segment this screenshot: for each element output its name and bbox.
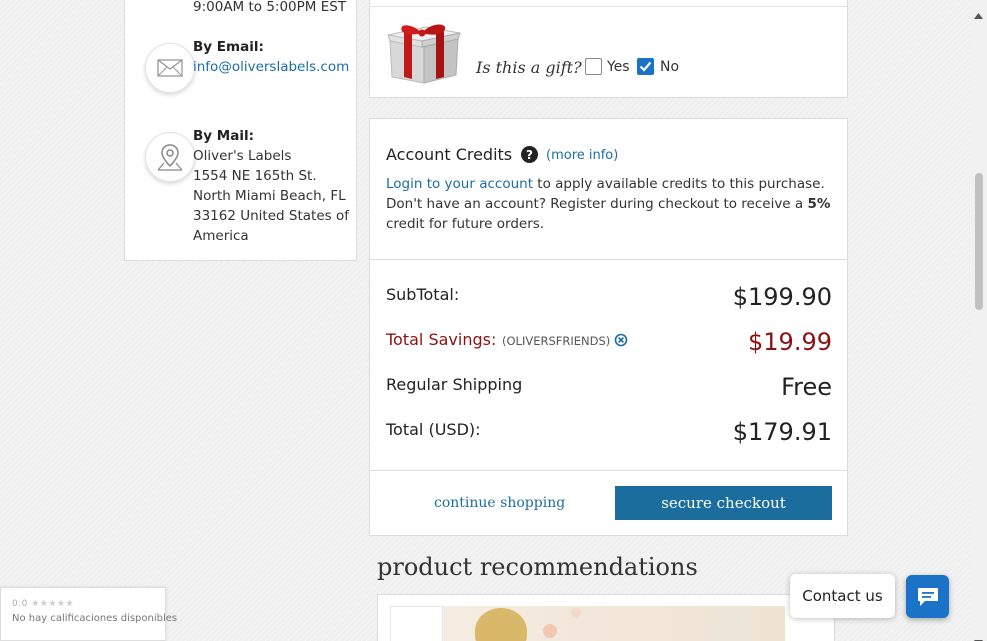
chat-button[interactable] [906,575,949,618]
recommendations-title: product recommendations [377,553,698,581]
order-summary-panel: Account Credits ? (more info) Login to y… [369,118,848,536]
email-link[interactable]: info@oliverslabels.com [193,57,349,77]
envelope-icon [145,43,195,93]
recommendations-carousel [377,594,835,641]
continue-shopping-link[interactable]: continue shopping [434,495,565,511]
divider [370,259,847,260]
map-pin-icon [145,132,195,182]
mail-line: 33162 United States of [193,208,349,224]
gift-no-checkbox[interactable] [637,58,654,75]
contact-card: 9:00AM to 5:00PM EST By Email: info@oliv… [124,0,357,261]
email-label: By Email: [193,39,264,55]
help-icon[interactable]: ? [521,146,538,163]
subtotal-label: SubTotal: [386,285,460,304]
gift-yes-label[interactable]: Yes [607,59,630,75]
plush-toy-image [713,608,753,641]
mail-line: America [193,228,249,244]
secure-checkout-button[interactable]: secure checkout [615,486,832,520]
rating-score-line: 0.0 ★★★★★ [12,599,75,609]
account-credits-title: Account Credits [386,145,513,164]
shipping-label: Regular Shipping [386,375,523,394]
gift-yes-checkbox[interactable] [585,58,602,75]
gift-panel: Is this a gift? Yes No [369,0,848,98]
support-hours: 9:00AM to 5:00PM EST [193,0,347,15]
total-value: $179.91 [732,418,832,446]
credits-line-3: credit for future orders. [386,216,545,232]
credits-line-2: Don't have an account? Register during c… [386,196,831,212]
coupon-code: (OLIVERSFRIENDS) [502,334,611,348]
scroll-thumb[interactable] [975,173,983,310]
total-label: Total (USD): [386,420,481,439]
divider [370,470,847,471]
mail-label: By Mail: [193,128,254,144]
login-link[interactable]: Login to your account [386,176,533,192]
product-image[interactable] [443,606,785,641]
plush-toy-image [475,608,527,641]
more-info-link[interactable]: (more info) [546,148,618,163]
gift-box-icon [384,19,462,89]
remove-coupon-icon[interactable] [614,332,628,351]
gift-question: Is this a gift? [476,58,582,77]
carousel-item[interactable] [390,606,443,641]
contact-us-button[interactable]: Contact us [790,574,895,618]
page-scrollbar[interactable] [970,0,987,641]
decor-dot [571,608,581,618]
subtotal-value: $199.90 [732,283,832,311]
gift-no-label[interactable]: No [660,59,679,75]
mail-line: Oliver's Labels [193,148,292,164]
credits-line-1: Login to your account to apply available… [386,176,825,192]
mail-line: 1554 NE 165th St. [193,168,317,184]
savings-value: $19.99 [748,328,832,356]
decor-dot [543,624,557,638]
rating-widget[interactable]: 0.0 ★★★★★ No hay calificaciones disponib… [0,587,177,641]
savings-label: Total Savings: [386,330,497,349]
mail-line: North Miami Beach, FL [193,188,346,204]
rating-text: No hay calificaciones disponibles [12,613,178,624]
rating-stars: ★★★★★ [31,599,75,609]
chat-bubble-icon [917,587,938,606]
scroll-up-arrow-icon[interactable] [974,4,983,23]
divider [370,6,847,7]
scroll-down-arrow-icon[interactable] [974,631,983,641]
shipping-value: Free [781,373,832,401]
checkmark-icon [639,61,652,72]
